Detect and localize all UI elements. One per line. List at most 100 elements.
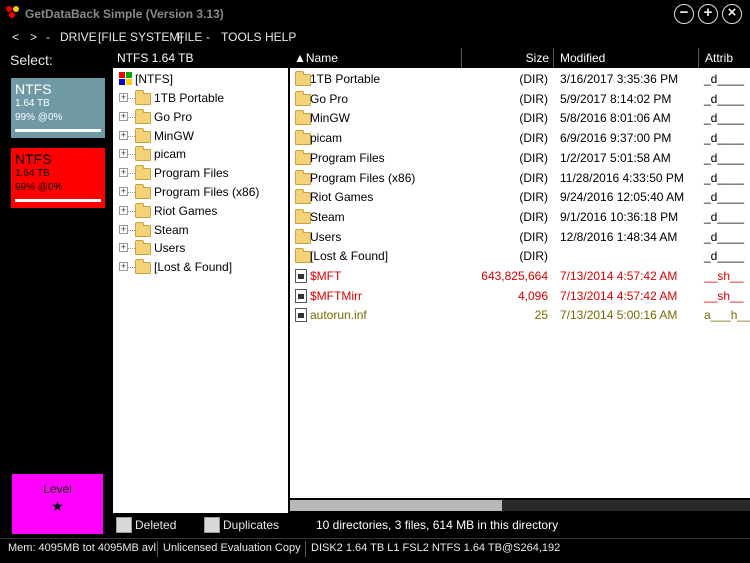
column-header-name[interactable]: ▲Name (290, 48, 462, 68)
file-attrib: _d____ (704, 249, 745, 264)
drive-card[interactable]: NTFS 1.64 TB 99% @0% (11, 148, 105, 208)
drive-name: NTFS (15, 151, 52, 167)
close-button[interactable]: × (722, 4, 742, 24)
tree-item[interactable]: +1TB Portable (113, 89, 288, 108)
menu-help[interactable]: HELP (265, 30, 296, 44)
tree-item[interactable]: + [Lost & Found] (113, 258, 288, 277)
drive-card[interactable]: NTFS 1.64 TB 99% @0% (11, 78, 105, 138)
file-row[interactable]: Steam (DIR) 9/1/2016 10:36:18 PM _d____ (290, 208, 750, 227)
file-size: (DIR) (519, 249, 548, 264)
column-header-attrib[interactable]: Attrib (699, 48, 750, 68)
menu-drive[interactable]: DRIVE (60, 30, 97, 44)
column-header-size[interactable]: Size (462, 48, 554, 68)
tree-connector (128, 192, 135, 193)
folder-icon (295, 189, 311, 205)
tree-item[interactable]: + Users (113, 239, 288, 258)
file-name: [Lost & Found] (310, 249, 389, 264)
file-list[interactable]: ▲Name Size Modified Attrib 1TB Portable (… (290, 48, 750, 498)
tree-root[interactable]: [NTFS] (113, 70, 288, 89)
expand-icon[interactable]: + (119, 187, 128, 196)
file-icon (295, 308, 307, 323)
tree-item[interactable]: + Riot Games (113, 202, 288, 221)
folder-icon (135, 259, 151, 275)
back-button[interactable]: < (12, 30, 19, 44)
expand-icon[interactable]: + (119, 243, 128, 253)
file-size: (DIR) (519, 229, 548, 244)
duplicates-checkbox[interactable] (204, 517, 220, 533)
file-icon (295, 269, 307, 283)
expand-icon[interactable]: + (119, 93, 128, 102)
file-row[interactable]: Go Pro (DIR) 5/9/2017 8:14:02 PM _d____ (290, 90, 750, 109)
file-icon (295, 288, 307, 303)
tree-item[interactable]: + Program Files (x86) (113, 183, 288, 202)
expand-icon[interactable]: + (119, 149, 128, 159)
scrollbar-thumb[interactable] (290, 500, 502, 511)
menu-file-system[interactable]: [FILE SYSTEM] (98, 30, 183, 44)
deleted-label: Deleted (135, 518, 177, 532)
tree-item[interactable]: + MinGW (113, 127, 288, 146)
file-row[interactable]: picam (DIR) 6/9/2016 9:37:00 PM _d____ (290, 129, 750, 148)
maximize-button[interactable]: + (698, 4, 718, 24)
file-row[interactable]: Program Files (x86) (DIR) 11/28/2016 4:33:… (290, 169, 750, 188)
drive-size: 1.64 TB (15, 98, 50, 109)
column-header-name-label: Name (305, 51, 338, 65)
forward-button[interactable]: > (30, 30, 37, 44)
file-row[interactable]: Program Files (DIR) 1/2/2017 5:01:58 AM _d_… (290, 149, 750, 168)
minimize-button[interactable]: − (674, 4, 694, 24)
horizontal-scrollbar[interactable] (290, 498, 750, 513)
tree-connector (128, 116, 135, 118)
expand-icon[interactable]: + (119, 205, 128, 215)
file-row[interactable]: Users (DIR) 12/8/2016 1:48:34 AM _d____ (290, 228, 750, 247)
file-attrib: _d____ (704, 150, 745, 165)
file-row[interactable]: $MFTMirr 4,096 7/13/2014 4:57:42 AM __sh__ (290, 287, 750, 306)
file-name: picam (310, 131, 343, 146)
expand-icon[interactable]: + (119, 130, 128, 140)
file-name: Steam (310, 209, 345, 224)
tree-item-label: Riot Games (154, 203, 218, 218)
drive-progress-text: 99% @0% (15, 112, 63, 123)
level-button[interactable]: Level ★ (12, 474, 103, 534)
menu-file[interactable]: FILE (177, 30, 202, 44)
tree-item[interactable]: + Program Files (113, 164, 288, 183)
tree-item-label: 1TB Portable (154, 91, 225, 105)
file-size: (DIR) (519, 111, 548, 126)
file-modified: 6/9/2016 9:37:00 PM (560, 131, 672, 146)
drive-progress-text: 99% @0% (15, 182, 63, 193)
folder-icon (295, 228, 311, 244)
tree-connector (128, 229, 135, 231)
file-size: (DIR) (519, 170, 548, 185)
drive-selector-panel: Select: NTFS 1.64 TB 99% @0% NTFS 1.64 T… (0, 46, 112, 538)
expand-icon[interactable]: + (119, 168, 128, 178)
folder-icon (135, 146, 151, 162)
file-attrib: _d____ (704, 72, 745, 86)
file-name: Go Pro (310, 91, 349, 106)
file-size: (DIR) (519, 131, 548, 146)
file-row[interactable]: MinGW (DIR) 5/8/2016 8:01:06 AM _d____ (290, 109, 750, 128)
file-row[interactable]: [Lost & Found] (DIR) _d____ (290, 247, 750, 266)
sort-ascending-icon: ▲ (294, 51, 306, 65)
folder-tree[interactable]: [NTFS] +1TB Portable + Go Pro + MinGW + picam +… (113, 68, 288, 513)
column-header-modified[interactable]: Modified (554, 48, 699, 68)
file-row[interactable]: autorun.inf 25 7/13/2014 5:00:16 AM a___h__ (290, 306, 750, 325)
expand-icon[interactable]: + (119, 111, 128, 121)
file-attrib: _d____ (704, 190, 745, 205)
status-bar: Mem: 4095MB tot 4095MB avl Unlicensed Ev… (0, 538, 750, 558)
file-row[interactable]: Riot Games (DIR) 9/24/2016 12:05:40 AM _d__… (290, 188, 750, 207)
expand-icon[interactable]: + (119, 224, 128, 234)
menu-tools[interactable]: TOOLS (221, 30, 261, 44)
deleted-checkbox[interactable] (116, 517, 132, 533)
file-attrib: _d____ (704, 111, 745, 126)
file-row[interactable]: 1TB Portable (DIR) 3/16/2017 3:35:36 PM _d_… (290, 70, 750, 89)
tree-item[interactable]: + Steam (113, 221, 288, 240)
file-row[interactable]: $MFT 643,825,664 7/13/2014 4:57:42 AM __sh_… (290, 267, 750, 286)
expand-icon[interactable]: + (119, 262, 128, 272)
tree-item[interactable]: + Go Pro (113, 108, 288, 127)
directory-summary: 10 directories, 3 files, 614 MB in this … (316, 518, 559, 532)
level-label: Level (43, 482, 72, 496)
tree-connector (128, 135, 135, 137)
tree-header: NTFS 1.64 TB (113, 48, 288, 68)
folder-icon (135, 108, 151, 124)
folder-icon (295, 110, 311, 126)
tree-item[interactable]: + picam (113, 145, 288, 164)
file-attrib: _d____ (704, 229, 745, 244)
